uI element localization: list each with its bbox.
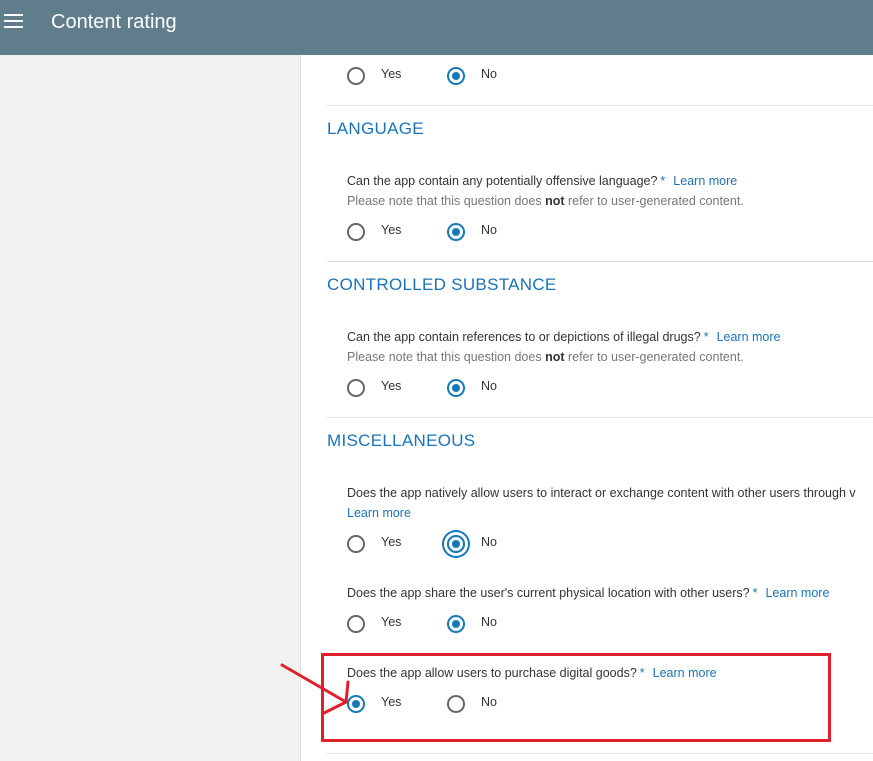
radio-group-user-interaction: Yes No xyxy=(347,535,587,555)
radio-no-label[interactable]: No xyxy=(481,67,497,81)
annotation-highlight-box xyxy=(321,653,831,742)
radio-no-label[interactable]: No xyxy=(481,535,497,549)
radio-no-label[interactable]: No xyxy=(481,379,497,393)
annotation-arrow-icon xyxy=(280,663,350,715)
required-marker: * xyxy=(752,586,758,600)
section-divider xyxy=(327,417,873,418)
radio-no-label[interactable]: No xyxy=(481,615,497,629)
section-title-miscellaneous: MISCELLANEOUS xyxy=(327,431,476,450)
question-note: Please note that this question does not … xyxy=(347,350,744,364)
radio-yes[interactable] xyxy=(347,615,365,633)
question-text: Can the app contain references to or dep… xyxy=(347,330,701,344)
required-marker: * xyxy=(660,174,666,188)
radio-group-share-location: Yes No xyxy=(347,615,587,635)
question-note: Please note that this question does not … xyxy=(347,194,744,208)
app-header: Content rating xyxy=(0,0,873,55)
required-marker: * xyxy=(703,330,709,344)
radio-yes-label[interactable]: Yes xyxy=(381,615,401,629)
radio-yes-label[interactable]: Yes xyxy=(381,223,401,237)
radio-no-label[interactable]: No xyxy=(481,223,497,237)
question-illegal-drugs: Can the app contain references to or dep… xyxy=(347,330,781,344)
radio-group-language: Yes No xyxy=(347,223,587,243)
sidebar xyxy=(0,55,301,761)
radio-group-controlled-substance: Yes No xyxy=(347,379,587,399)
section-title-controlled-substance: CONTROLLED SUBSTANCE xyxy=(327,275,557,294)
page-title: Content rating xyxy=(51,11,177,33)
radio-no[interactable] xyxy=(447,223,465,241)
learn-more-link[interactable]: Learn more xyxy=(347,506,411,520)
section-divider xyxy=(327,261,873,262)
radio-yes-label[interactable]: Yes xyxy=(381,535,401,549)
radio-yes-label[interactable]: Yes xyxy=(381,67,401,81)
radio-yes[interactable] xyxy=(347,379,365,397)
section-divider xyxy=(327,753,873,754)
radio-no[interactable] xyxy=(447,615,465,633)
radio-no-focused[interactable] xyxy=(447,535,465,553)
learn-more-link[interactable]: Learn more xyxy=(717,330,781,344)
radio-yes[interactable] xyxy=(347,223,365,241)
radio-yes[interactable] xyxy=(347,535,365,553)
section-divider xyxy=(327,105,873,106)
section-title-language: LANGUAGE xyxy=(327,119,424,138)
radio-no[interactable] xyxy=(447,67,465,85)
radio-group-previous: Yes No xyxy=(347,67,587,87)
question-offensive-language: Can the app contain any potentially offe… xyxy=(347,174,737,188)
hamburger-menu-icon[interactable] xyxy=(4,14,23,30)
question-user-interaction: Does the app natively allow users to int… xyxy=(347,486,856,500)
radio-no[interactable] xyxy=(447,379,465,397)
radio-yes-label[interactable]: Yes xyxy=(381,379,401,393)
learn-more-link[interactable]: Learn more xyxy=(673,174,737,188)
radio-yes[interactable] xyxy=(347,67,365,85)
question-text: Can the app contain any potentially offe… xyxy=(347,174,658,188)
question-text: Does the app share the user's current ph… xyxy=(347,586,750,600)
question-share-location: Does the app share the user's current ph… xyxy=(347,586,829,600)
learn-more-link[interactable]: Learn more xyxy=(765,586,829,600)
